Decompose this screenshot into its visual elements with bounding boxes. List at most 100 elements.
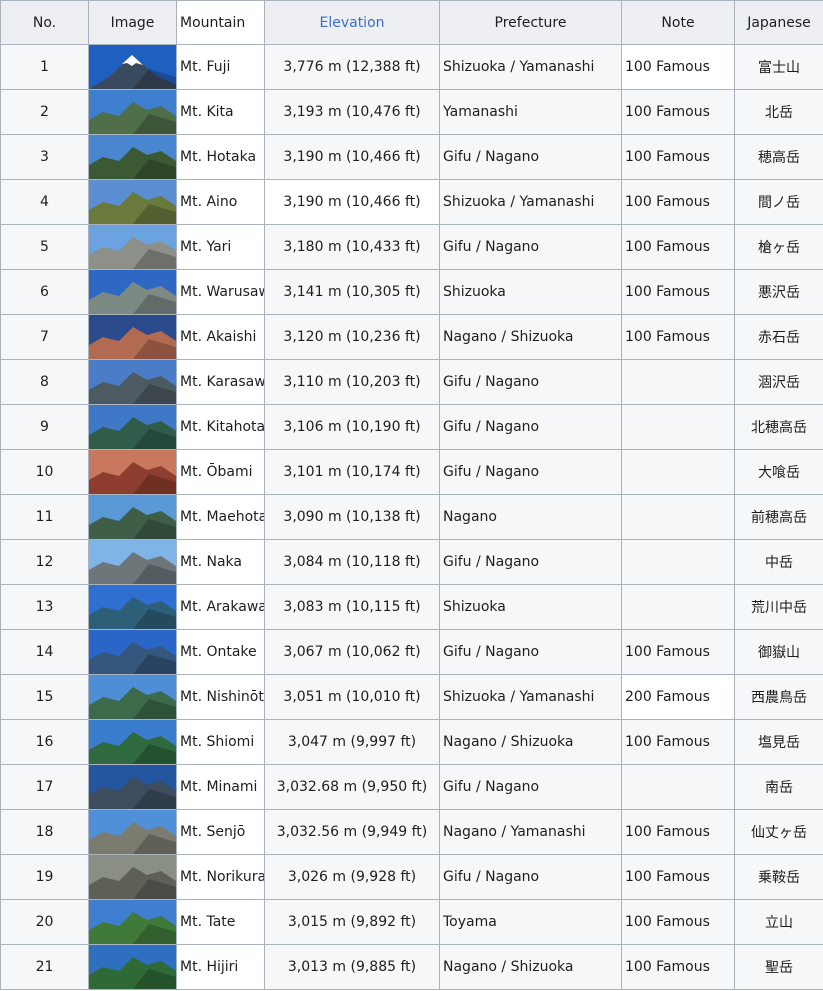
cell-note: 100 Famous — [621, 134, 735, 180]
cell-elevation: 3,083 m (10,115 ft) — [264, 584, 440, 630]
cell-japanese: 乗鞍岳 — [734, 854, 823, 900]
col-header-mountain[interactable]: Mountain — [176, 0, 265, 45]
mountain-photo[interactable] — [89, 675, 176, 719]
mountain-photo[interactable] — [89, 450, 176, 494]
cell-note — [621, 584, 735, 630]
col-header-elevation[interactable]: Elevation — [264, 0, 440, 45]
cell-no: 6 — [0, 269, 89, 315]
cell-japanese: 荒川中岳 — [734, 584, 823, 630]
col-header-image[interactable]: Image — [88, 0, 177, 45]
table-row[interactable]: 1 Mt. Fuji 3,776 m (12,388 ft) Shizuoka / Y… — [0, 44, 823, 90]
cell-mountain: Mt. Minami — [176, 764, 265, 810]
cell-note: 100 Famous — [621, 269, 735, 315]
mountain-photo[interactable] — [89, 135, 176, 179]
table-row[interactable]: 17 Mt. Minami 3,032.68 m (9,950 ft) Gifu / … — [0, 764, 823, 810]
mountain-photo[interactable] — [89, 315, 176, 359]
mountain-photo[interactable] — [89, 360, 176, 404]
cell-note: 100 Famous — [621, 314, 735, 360]
mountain-photo[interactable] — [89, 900, 176, 944]
table-row[interactable]: 14 Mt. Ontake 3,067 m (10,062 ft) Gifu / Na… — [0, 629, 823, 675]
table-row[interactable]: 11 Mt. Maehotaka3,090 m (10,138 ft)Nagano… — [0, 494, 823, 540]
cell-note: 100 Famous — [621, 809, 735, 855]
cell-mountain: Mt. Aino — [176, 179, 265, 225]
mountain-photo[interactable] — [89, 90, 176, 134]
cell-mountain: Mt. Hotaka — [176, 134, 265, 180]
cell-prefecture: Gifu / Nagano — [439, 854, 622, 900]
cell-prefecture: Nagano / Yamanashi — [439, 809, 622, 855]
cell-japanese: 間ノ岳 — [734, 179, 823, 225]
cell-japanese: 聖岳 — [734, 944, 823, 990]
cell-no: 1 — [0, 44, 89, 90]
mountain-photo[interactable] — [89, 630, 176, 674]
cell-elevation: 3,190 m (10,466 ft) — [264, 179, 440, 225]
cell-elevation: 3,032.68 m (9,950 ft) — [264, 764, 440, 810]
cell-elevation: 3,120 m (10,236 ft) — [264, 314, 440, 360]
mountain-photo[interactable] — [89, 855, 176, 899]
cell-note: 100 Famous — [621, 179, 735, 225]
table-row[interactable]: 13 Mt. Arakawa-naka3,083 m (10,115 ft)Shi… — [0, 584, 823, 630]
table-row[interactable]: 5 Mt. Yari 3,180 m (10,433 ft) Gifu / Nagan… — [0, 224, 823, 270]
cell-no: 10 — [0, 449, 89, 495]
cell-mountain: Mt. Kita — [176, 89, 265, 135]
mountain-photo[interactable] — [89, 405, 176, 449]
mountain-photo[interactable] — [89, 585, 176, 629]
table-row[interactable]: 12 Mt. Naka 3,084 m (10,118 ft) Gifu / Naga… — [0, 539, 823, 585]
col-header-prefecture[interactable]: Prefecture — [439, 0, 622, 45]
cell-japanese: 富士山 — [734, 44, 823, 90]
table-row[interactable]: 10 Mt. Ōbami 3,101 m (10,174 ft) Gifu / Nag… — [0, 449, 823, 495]
mountain-photo[interactable] — [89, 495, 176, 539]
cell-image — [88, 224, 177, 270]
cell-prefecture: Nagano / Shizuoka — [439, 719, 622, 765]
table-row[interactable]: 2 Mt. Kita 3,193 m (10,476 ft) Yamanashi 100… — [0, 89, 823, 135]
mountain-photo[interactable] — [89, 180, 176, 224]
mountain-photo[interactable] — [89, 720, 176, 764]
col-header-japanese[interactable]: Japanese — [734, 0, 823, 45]
cell-prefecture: Shizuoka — [439, 584, 622, 630]
cell-image — [88, 359, 177, 405]
cell-image — [88, 719, 177, 765]
col-header-note[interactable]: Note — [621, 0, 735, 45]
table-row[interactable]: 16 Mt. Shiomi 3,047 m (9,997 ft) Nagano / S… — [0, 719, 823, 765]
cell-elevation: 3,051 m (10,010 ft) — [264, 674, 440, 720]
table-row[interactable]: 19 Mt. Norikura 3,026 m (9,928 ft) Gifu / N… — [0, 854, 823, 900]
cell-elevation: 3,013 m (9,885 ft) — [264, 944, 440, 990]
table-row[interactable]: 7 Mt. Akaishi 3,120 m (10,236 ft) Nagano / … — [0, 314, 823, 360]
table-row[interactable]: 6 Mt. Warusawa3,141 m (10,305 ft)Shizuoka… — [0, 269, 823, 315]
mountain-photo[interactable] — [89, 540, 176, 584]
table-row[interactable]: 18 Mt. Senjō 3,032.56 m (9,949 ft) Nagano /… — [0, 809, 823, 855]
cell-image — [88, 854, 177, 900]
table-row[interactable]: 9 Mt. Kitahotaka3,106 m (10,190 ft)Gifu /… — [0, 404, 823, 450]
cell-mountain: Mt. Kitahotaka — [176, 404, 265, 450]
cell-image — [88, 269, 177, 315]
mountain-photo[interactable] — [89, 270, 176, 314]
mountain-photo[interactable] — [89, 810, 176, 854]
cell-image — [88, 584, 177, 630]
cell-elevation: 3,141 m (10,305 ft) — [264, 269, 440, 315]
mountain-photo[interactable] — [89, 765, 176, 809]
mountain-photo[interactable] — [89, 225, 176, 269]
cell-japanese: 赤石岳 — [734, 314, 823, 360]
cell-image — [88, 809, 177, 855]
col-header-no[interactable]: No. — [0, 0, 89, 45]
cell-prefecture: Gifu / Nagano — [439, 404, 622, 450]
cell-prefecture: Shizuoka / Yamanashi — [439, 179, 622, 225]
table-row[interactable]: 4 Mt. Aino 3,190 m (10,466 ft) Shizuoka / Y… — [0, 179, 823, 225]
mountain-photo[interactable] — [89, 45, 176, 89]
cell-note — [621, 764, 735, 810]
cell-no: 18 — [0, 809, 89, 855]
cell-mountain: Mt. Yari — [176, 224, 265, 270]
mountain-photo[interactable] — [89, 945, 176, 989]
table-row[interactable]: 21 Mt. Hijiri 3,013 m (9,885 ft) Nagano / S… — [0, 944, 823, 990]
cell-image — [88, 134, 177, 180]
table-row[interactable]: 3 Mt. Hotaka 3,190 m (10,466 ft) Gifu / Nag… — [0, 134, 823, 180]
cell-note — [621, 494, 735, 540]
table-row[interactable]: 15 Mt. Nishinōtori3,051 m (10,010 ft)Shiz… — [0, 674, 823, 720]
table-row[interactable]: 8 Mt. Karasawa3,110 m (10,203 ft)Gifu / N… — [0, 359, 823, 405]
cell-japanese: 塩見岳 — [734, 719, 823, 765]
cell-elevation: 3,190 m (10,466 ft) — [264, 134, 440, 180]
table-row[interactable]: 20 Mt. Tate 3,015 m (9,892 ft) Toyama 100 Fa… — [0, 899, 823, 945]
cell-no: 4 — [0, 179, 89, 225]
cell-mountain: Mt. Senjō — [176, 809, 265, 855]
cell-note: 100 Famous — [621, 899, 735, 945]
cell-no: 15 — [0, 674, 89, 720]
